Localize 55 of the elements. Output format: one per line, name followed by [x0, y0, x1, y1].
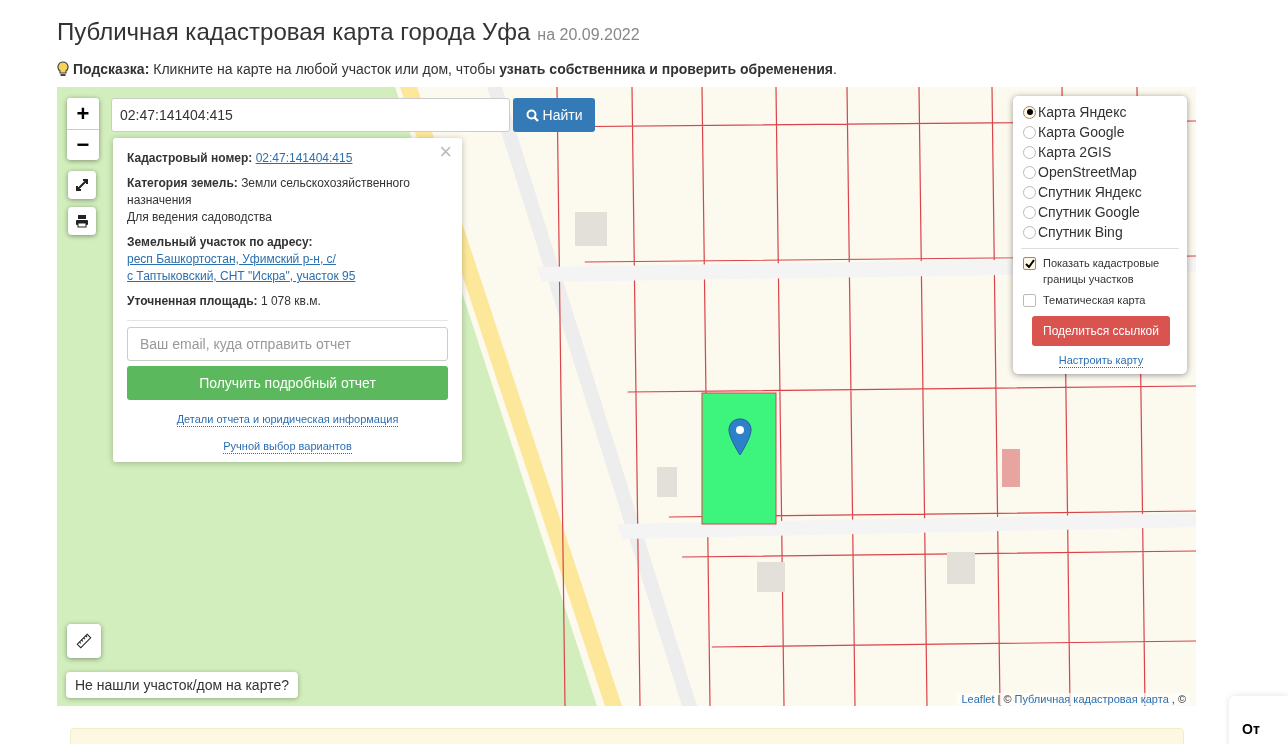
address-link[interactable]: с Таптыковский, СНТ "Искра", участок 95 — [127, 268, 356, 285]
option-label: Показать кадастровые границы участков — [1043, 256, 1161, 287]
attribution-link[interactable]: Публичная кадастровая карта — [1014, 693, 1169, 705]
lightbulb-icon — [57, 61, 69, 77]
layer-label: Карта Яндекс — [1038, 103, 1127, 122]
layer-label: Карта 2GIS — [1038, 143, 1112, 162]
address-link[interactable]: респ Башкортостан, Уфимский р-н, с/ — [127, 251, 336, 268]
attribution-link[interactable]: Leaflet — [961, 693, 995, 705]
map-pin-icon — [728, 418, 752, 456]
radio-button[interactable] — [1023, 185, 1036, 199]
field-label: Уточненная площадь: — [127, 294, 258, 308]
print-button[interactable] — [68, 207, 96, 235]
page-title: Публичная кадастровая карта города Уфа — [57, 18, 531, 46]
layer-label: Карта Google — [1038, 123, 1125, 142]
settings-link[interactable]: Настроить карту — [1058, 354, 1144, 368]
info-link[interactable]: Детали отчета и юридическая информация — [176, 413, 399, 427]
date-label: на 20.09.2022 — [537, 26, 640, 44]
attribution-text: | © — [997, 693, 1012, 705]
search-field[interactable]: 02:47:141404:415 — [111, 98, 510, 132]
zoom-in-button[interactable]: + — [67, 98, 99, 129]
layer-label: Спутник Google — [1038, 203, 1140, 222]
print-icon — [75, 214, 89, 228]
radio-button[interactable] — [1023, 205, 1036, 219]
radio-button[interactable] — [1023, 145, 1036, 159]
radio-button[interactable] — [1023, 225, 1036, 239]
cadastral-number-link[interactable]: 02:47:141404:415 — [255, 151, 353, 165]
land-purpose-text: Для ведения садоводства — [127, 209, 273, 226]
search-icon — [525, 108, 539, 122]
layer-label: Спутник Яндекс — [1038, 183, 1142, 202]
hint-label: Подсказка: — [73, 61, 150, 77]
info-link[interactable]: Ручной выбор вариантов — [223, 440, 352, 454]
email-field[interactable]: Ваш email, куда отправить отчет — [127, 327, 448, 361]
ruler-icon — [76, 633, 92, 649]
share-button[interactable]: Поделиться ссылкой — [1032, 316, 1170, 346]
area-value: 1 078 кв.м. — [260, 294, 321, 308]
zoom-out-button[interactable]: − — [67, 129, 99, 160]
checkbox[interactable] — [1023, 257, 1036, 270]
radio-button[interactable] — [1023, 125, 1036, 139]
ruler-button[interactable] — [67, 624, 101, 658]
checkbox[interactable] — [1023, 294, 1036, 307]
fullscreen-button[interactable] — [68, 171, 96, 199]
field-label: Земельный участок по адресу: — [127, 234, 313, 251]
layer-label: OpenStreetMap — [1038, 163, 1137, 182]
search-button[interactable]: Найти — [513, 98, 595, 132]
radio-button[interactable] — [1023, 105, 1036, 119]
option-label: Тематическая карта — [1043, 293, 1146, 308]
land-category-text: Категория земель: Земли сельскохозяйственного назначения — [127, 175, 412, 209]
card-text: От — [1242, 721, 1260, 737]
expand-icon — [75, 178, 89, 192]
field-label: Кадастровый номер: — [127, 151, 253, 165]
layer-label: Спутник Bing — [1038, 223, 1123, 242]
not-found-button[interactable]: Не нашли участок/дом на карте? — [66, 672, 298, 698]
radio-button[interactable] — [1023, 165, 1036, 179]
hint-text: Кликните на карте на любой участок или дом, чтобы узнать собственника и проверить обременения. — [153, 61, 837, 77]
attribution-text: , © — [1171, 693, 1186, 705]
